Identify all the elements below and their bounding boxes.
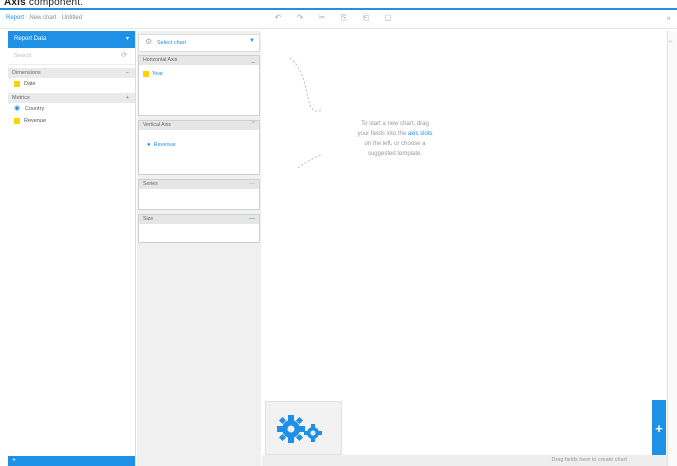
slot-label: Horizontal Axis bbox=[143, 57, 178, 63]
dimension-icon bbox=[143, 71, 149, 77]
slot-header: Series ··· bbox=[139, 180, 259, 189]
chart-type-label: Select chart bbox=[157, 40, 187, 46]
field-name: Date bbox=[24, 81, 36, 87]
top-bar: Report · New chart · Untitled ↶ ↷ ✂ ⎘ ⎗ … bbox=[0, 8, 677, 29]
drop-zone[interactable] bbox=[139, 224, 259, 242]
pill-label: Revenue bbox=[153, 142, 176, 148]
drop-zone[interactable]: ● Revenue bbox=[139, 130, 259, 174]
metric-icon bbox=[14, 118, 20, 124]
refresh-icon[interactable]: ⟳ bbox=[121, 51, 127, 59]
drop-zone[interactable]: Year bbox=[139, 65, 259, 115]
hint-line: suggested template. bbox=[367, 151, 423, 157]
slot-option-icon[interactable]: ··· bbox=[249, 180, 255, 189]
field-name: Country bbox=[25, 106, 45, 112]
expand-panel-icon[interactable]: ⌐ bbox=[669, 39, 673, 45]
slot-horizontal-axis[interactable]: Horizontal Axis _ Year bbox=[138, 55, 260, 116]
group-dimensions[interactable]: Dimensions − bbox=[8, 68, 135, 78]
field-pill[interactable]: ● Revenue bbox=[147, 142, 176, 148]
slots-panel: ⚙ Select chart ▼ Horizontal Axis _ Year V… bbox=[137, 31, 261, 466]
copy-icon[interactable]: ⎘ bbox=[338, 13, 350, 23]
slot-option-icon[interactable]: _ bbox=[252, 56, 255, 65]
breadcrumb-link[interactable]: Report bbox=[6, 15, 24, 21]
field-pill[interactable]: Year bbox=[143, 71, 163, 77]
arrow-down-path bbox=[297, 153, 323, 169]
hint-line: your fields into the axis slots bbox=[325, 129, 465, 139]
search-input[interactable]: Search bbox=[14, 53, 31, 59]
status-bar: Drag fields here to create chart bbox=[262, 455, 667, 466]
page-caption: Axis component. bbox=[4, 0, 83, 8]
slot-option-icon[interactable]: — bbox=[249, 215, 255, 224]
paste-icon[interactable]: ⎗ bbox=[360, 13, 372, 23]
chevron-down-icon[interactable]: ▾ bbox=[126, 31, 129, 48]
hint-text: your fields into the bbox=[357, 131, 408, 137]
pill-label: Year bbox=[152, 71, 164, 77]
slot-series[interactable]: Series ··· bbox=[138, 179, 260, 210]
datasource-title: Report Data bbox=[14, 36, 47, 42]
slot-vertical-axis[interactable]: Vertical Axis ⌜ ● Revenue bbox=[138, 120, 260, 175]
expand-icon[interactable]: + bbox=[126, 93, 129, 103]
group-label: Metrics bbox=[12, 95, 30, 101]
arrow-curve-path bbox=[309, 104, 323, 112]
right-sidebar-collapsed[interactable]: ⌐ bbox=[667, 31, 677, 466]
breadcrumb: Report · New chart · Untitled bbox=[6, 15, 82, 21]
caption-rest: component. bbox=[25, 0, 84, 8]
field-name: Revenue bbox=[24, 118, 47, 124]
collapse-icon[interactable]: − bbox=[126, 68, 129, 78]
hint-line: on the left, or choose a bbox=[364, 141, 426, 147]
status-text: Drag fields here to create chart bbox=[551, 457, 627, 463]
hint-accent: axis slots bbox=[407, 131, 433, 137]
slot-label: Series bbox=[143, 181, 158, 187]
search-row: Search ⟳ bbox=[8, 48, 135, 65]
group-metrics[interactable]: Metrics + bbox=[8, 93, 135, 103]
data-panel: Report Data ▾ Search ⟳ Dimensions − Date… bbox=[8, 31, 136, 466]
redo-icon[interactable]: ↷ bbox=[294, 13, 306, 23]
slot-label: Vertical Axis bbox=[143, 122, 171, 128]
slot-header: Horizontal Axis _ bbox=[139, 56, 259, 65]
hint-arrows bbox=[289, 57, 323, 169]
hint-line: To start a new chart, drag bbox=[361, 121, 429, 127]
add-field-bar[interactable]: + bbox=[8, 456, 135, 466]
accent-line bbox=[0, 8, 677, 10]
metric-icon: ● bbox=[147, 142, 151, 148]
drop-zone[interactable] bbox=[139, 189, 259, 209]
dropdown-icon[interactable]: ▼ bbox=[249, 38, 255, 44]
undo-icon[interactable]: ↶ bbox=[272, 13, 284, 23]
breadcrumb-rest: · New chart · Untitled bbox=[24, 15, 83, 21]
cut-icon[interactable]: ✂ bbox=[316, 13, 328, 23]
field-item[interactable]: Revenue bbox=[8, 115, 135, 127]
slot-label: Size bbox=[143, 216, 154, 222]
field-item[interactable]: ◉ Country bbox=[8, 103, 135, 115]
add-button[interactable]: + bbox=[652, 400, 666, 457]
add-icon[interactable]: + bbox=[12, 457, 16, 464]
gear-icon: ⚙ bbox=[145, 37, 153, 46]
settings-panel[interactable] bbox=[265, 401, 342, 455]
slot-header: Vertical Axis ⌜ bbox=[139, 121, 259, 130]
field-item[interactable]: Date bbox=[8, 78, 135, 90]
close-icon[interactable]: × bbox=[666, 14, 671, 23]
slot-header: Size — bbox=[139, 215, 259, 224]
image-icon[interactable]: ▢ bbox=[382, 13, 394, 23]
datasource-header[interactable]: Report Data ▾ bbox=[8, 31, 135, 48]
chart-type-select[interactable]: ⚙ Select chart ▼ bbox=[138, 34, 260, 52]
gears-icon[interactable] bbox=[266, 402, 341, 454]
toolbar: ↶ ↷ ✂ ⎘ ⎗ ▢ bbox=[272, 13, 394, 23]
slot-size[interactable]: Size — bbox=[138, 214, 260, 243]
arrow-up-path bbox=[289, 57, 311, 106]
empty-chart-hint: To start a new chart, drag your fields i… bbox=[325, 119, 465, 159]
caption-bold: Axis bbox=[4, 0, 26, 8]
group-label: Dimensions bbox=[12, 70, 41, 76]
slot-option-icon[interactable]: ⌜ bbox=[252, 121, 255, 130]
globe-icon: ◉ bbox=[14, 105, 21, 112]
dimension-icon bbox=[14, 81, 20, 87]
